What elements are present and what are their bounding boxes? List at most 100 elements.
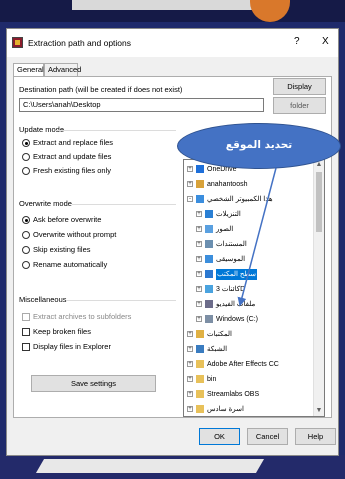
scroll-thumb[interactable]	[316, 172, 322, 232]
radio-skip-existing-label: Skip existing files	[33, 245, 91, 254]
extraction-dialog: Extraction path and options ? X General …	[6, 28, 339, 456]
tree-item-label: ملفات الفيديو	[216, 301, 256, 308]
expand-icon[interactable]: +	[196, 301, 202, 307]
computer-icon	[196, 195, 204, 203]
winrar-icon	[12, 37, 23, 48]
tree-item-label: الصور	[216, 226, 234, 233]
tab-general[interactable]: General	[13, 63, 44, 77]
expand-icon[interactable]: +	[187, 406, 193, 412]
tree-item-label: bin	[207, 376, 217, 383]
folder-tree[interactable]: + OneDrive + anahantoosh - هذا الكمبيوتر الشخ…	[183, 159, 325, 417]
expand-icon[interactable]: +	[187, 331, 193, 337]
radio-extract-update-label: Extract and update files	[33, 152, 112, 161]
radio-fresh-existing[interactable]	[22, 167, 30, 175]
tree-item-label: الشبكة	[207, 346, 228, 353]
radio-overwrite-without-prompt[interactable]	[22, 231, 30, 239]
tree-item-label: الموسيقى	[216, 256, 246, 263]
tree-item-label: المستندات	[216, 241, 247, 248]
expand-icon[interactable]: +	[196, 256, 202, 262]
tree-item-label: اسرة سادس	[207, 406, 244, 413]
background-orange-shape	[250, 0, 290, 22]
radio-rename-automatically-label: Rename automatically	[33, 260, 108, 269]
user-folder-icon	[196, 180, 204, 188]
expand-icon[interactable]: +	[196, 316, 202, 322]
ok-button[interactable]: OK	[199, 428, 240, 445]
display-button[interactable]: Display	[273, 78, 326, 95]
tree-item-label: هذا الكمبيوتر الشخصي	[207, 196, 273, 203]
overwrite-mode-divider	[72, 204, 176, 205]
background-top	[0, 0, 345, 22]
tree-scrollbar[interactable]: ▲ ▼	[313, 160, 324, 416]
expand-icon[interactable]: +	[196, 271, 202, 277]
checkbox-extract-to-subfolders[interactable]	[22, 313, 30, 321]
cloud-icon	[196, 165, 204, 173]
expand-icon[interactable]: +	[196, 211, 202, 217]
folder-icon	[196, 375, 204, 383]
checkbox-keep-broken-files[interactable]	[22, 328, 30, 336]
checkbox-display-in-explorer[interactable]	[22, 343, 30, 351]
update-mode-divider	[56, 130, 176, 131]
tab-advanced[interactable]: Advanced	[44, 63, 81, 76]
folder-icon	[196, 360, 204, 368]
tree-item-label: Windows (C:)	[216, 316, 259, 323]
radio-fresh-existing-label: Fresh existing files only	[33, 166, 111, 175]
miscellaneous-divider	[66, 300, 176, 301]
desktop-icon	[205, 270, 213, 278]
miscellaneous-title: Miscellaneous	[19, 295, 67, 304]
expand-icon[interactable]: +	[187, 376, 193, 382]
radio-extract-replace[interactable]	[22, 139, 30, 147]
save-settings-button[interactable]: Save settings	[31, 375, 156, 392]
expand-icon[interactable]: +	[196, 286, 202, 292]
radio-extract-replace-label: Extract and replace files	[33, 138, 114, 147]
collapse-icon[interactable]: -	[187, 196, 193, 202]
documents-icon	[205, 240, 213, 248]
expand-icon[interactable]: +	[187, 391, 193, 397]
radio-skip-existing[interactable]	[22, 246, 30, 254]
window-title: Extraction path and options	[28, 38, 132, 48]
tree-item-label: Adobe After Effects CC	[207, 361, 279, 368]
radio-ask-before-overwrite-label: Ask before overwrite	[33, 215, 102, 224]
drive-icon	[205, 315, 213, 323]
background-white-shape	[35, 459, 265, 473]
checkbox-extract-to-subfolders-label: Extract archives to subfolders	[33, 312, 132, 321]
radio-rename-automatically[interactable]	[22, 261, 30, 269]
background-bottom	[0, 455, 345, 479]
checkbox-keep-broken-files-label: Keep broken files	[33, 327, 91, 336]
expand-icon[interactable]: +	[187, 361, 193, 367]
tree-item-label: التنزيلات	[216, 211, 241, 218]
tree-item-label: كائنات 3D	[216, 286, 246, 293]
tree-item-label: المكتبات	[207, 331, 232, 338]
title-bar[interactable]: Extraction path and options ? X	[7, 29, 338, 57]
folder-icon	[196, 405, 204, 413]
callout-bubble: تحديد الموقع	[177, 123, 341, 169]
download-icon	[205, 210, 213, 218]
music-icon	[205, 255, 213, 263]
tree-item-label: Streamlabs OBS	[207, 391, 260, 398]
destination-path-input[interactable]: C:\Users\anah\Desktop	[19, 98, 264, 112]
expand-icon[interactable]: +	[187, 181, 193, 187]
checkbox-display-in-explorer-label: Display files in Explorer	[33, 342, 111, 351]
video-icon	[205, 300, 213, 308]
close-icon[interactable]: X	[322, 36, 329, 47]
tree-item-label: anahantoosh	[207, 181, 248, 188]
radio-extract-update[interactable]	[22, 153, 30, 161]
radio-ask-before-overwrite[interactable]	[22, 216, 30, 224]
network-icon	[196, 345, 204, 353]
scroll-down-icon[interactable]: ▼	[314, 406, 324, 416]
expand-icon[interactable]: +	[196, 226, 202, 232]
expand-icon[interactable]: +	[196, 241, 202, 247]
destination-label: Destination path (will be created if doe…	[19, 85, 183, 94]
expand-icon[interactable]: +	[187, 166, 193, 172]
help-button[interactable]: Help	[295, 428, 336, 445]
new-folder-button[interactable]: folder	[273, 97, 326, 114]
expand-icon[interactable]: +	[187, 346, 193, 352]
tree-item-label: سطح المكتب	[216, 269, 258, 280]
cancel-button[interactable]: Cancel	[247, 428, 288, 445]
folder-icon	[196, 390, 204, 398]
overwrite-mode-title: Overwrite mode	[19, 199, 72, 208]
radio-overwrite-without-prompt-label: Overwrite without prompt	[33, 230, 117, 239]
help-icon[interactable]: ?	[294, 36, 300, 47]
libraries-icon	[196, 330, 204, 338]
3d-objects-icon	[205, 285, 213, 293]
pictures-icon	[205, 225, 213, 233]
